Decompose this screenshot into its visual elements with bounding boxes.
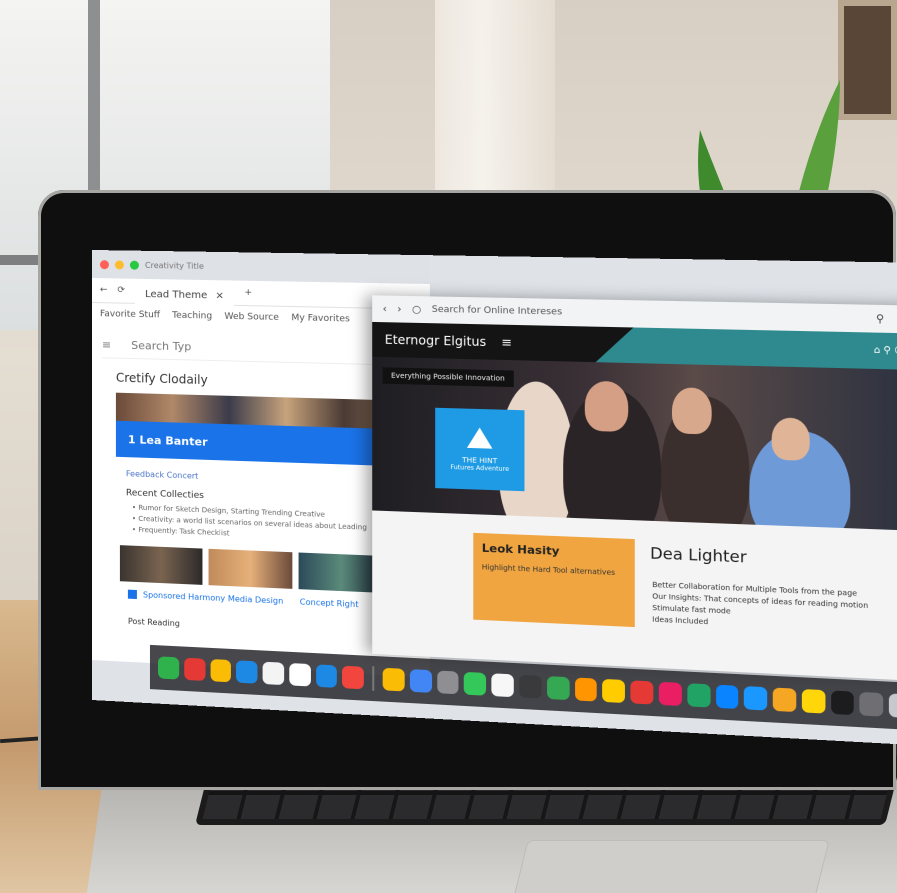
hero-banner: Everything Possible Innovation THE HINT …: [372, 356, 897, 531]
paint-icon[interactable]: [630, 680, 654, 705]
dock-separator: [372, 666, 375, 691]
address-bar[interactable]: Search for Online Intereses: [432, 305, 865, 324]
refresh-icon[interactable]: ⟳: [117, 285, 125, 295]
header-icons[interactable]: ⌂ ⚲ ☺: [874, 345, 897, 356]
reminder-icon[interactable]: [602, 678, 626, 704]
back-arrow-icon[interactable]: ←: [100, 285, 108, 295]
curtain: [435, 0, 555, 220]
trash-icon[interactable]: [889, 693, 897, 719]
content-area: Leok Hasity Highlight the Hard Tool alte…: [372, 510, 897, 681]
app-icon[interactable]: [574, 677, 598, 702]
tab-label: Lead Theme: [145, 288, 208, 301]
close-dot[interactable]: [99, 259, 109, 269]
bookmark-1[interactable]: Teaching: [172, 311, 212, 322]
thumbnail[interactable]: [208, 548, 293, 589]
folder-icon[interactable]: [859, 691, 884, 717]
prime-icon[interactable]: [744, 686, 768, 711]
android-icon[interactable]: [546, 676, 570, 701]
excel-icon[interactable]: [687, 683, 711, 708]
face: [584, 380, 629, 433]
extension-icon[interactable]: ⚲: [876, 313, 884, 325]
aside-title: Dea Lighter: [650, 543, 747, 567]
hero-button[interactable]: Everything Possible Innovation: [382, 367, 514, 388]
thumbnail[interactable]: [298, 552, 384, 593]
hamburger-icon[interactable]: ≡: [501, 335, 512, 350]
promo-card[interactable]: Leok Hasity Highlight the Hard Tool alte…: [473, 532, 635, 628]
forward-arrow-icon[interactable]: ›: [397, 303, 401, 314]
face: [671, 387, 712, 435]
new-tab-icon[interactable]: +: [244, 288, 252, 298]
finder-icon[interactable]: [158, 656, 179, 680]
site-logo[interactable]: Eternogr Elgitus: [385, 332, 486, 349]
settings-icon[interactable]: [436, 670, 459, 695]
laptop-screen: Creativity Title ← ⟳ Lead Theme × + Favo…: [92, 250, 897, 746]
search-input[interactable]: Search Typ: [131, 338, 191, 353]
messages-icon[interactable]: [464, 671, 487, 696]
time-icon[interactable]: [801, 688, 826, 714]
safari-icon[interactable]: [236, 660, 258, 684]
maps-icon[interactable]: [315, 664, 338, 688]
photo-scene: Creativity Title ← ⟳ Lead Theme × + Favo…: [0, 0, 897, 893]
youtube-icon[interactable]: [184, 657, 206, 681]
close-tab-icon[interactable]: ×: [215, 290, 224, 301]
menu-icon[interactable]: ≡: [102, 338, 111, 351]
flag-icon[interactable]: [658, 681, 682, 707]
grid-icon[interactable]: [519, 674, 542, 699]
trackpad[interactable]: [512, 840, 830, 893]
thumbnail[interactable]: [119, 545, 203, 585]
back-tab[interactable]: Lead Theme ×: [135, 282, 235, 307]
maximize-dot[interactable]: [129, 260, 139, 270]
bookmark-0[interactable]: Favorite Stuff: [100, 309, 160, 320]
bookmark-2[interactable]: Web Source: [224, 312, 279, 323]
calendar-icon[interactable]: [289, 662, 311, 687]
bookmark-3[interactable]: My Favorites: [291, 313, 350, 324]
files-icon[interactable]: [491, 673, 514, 698]
promo-text: Highlight the Hard Tool alternatives: [481, 563, 616, 578]
promo-title: Leok Hasity: [481, 541, 560, 559]
store-icon[interactable]: [715, 684, 739, 710]
window-title: Creativity Title: [144, 260, 204, 271]
music-icon[interactable]: [342, 665, 365, 690]
aside-text: Better Collaboration for Multiple Tools …: [652, 580, 875, 636]
back-arrow-icon[interactable]: ‹: [383, 303, 387, 314]
chrome-icon[interactable]: [210, 658, 232, 683]
mail-icon[interactable]: [409, 669, 432, 693]
photos-icon[interactable]: [382, 667, 405, 692]
front-browser-window: ‹ › ○ Search for Online Intereses ⚲ ⋮ Et…: [372, 295, 897, 681]
search-icon: ○: [412, 303, 422, 316]
brand-tile[interactable]: THE HINT Futures Adventure: [435, 407, 525, 492]
minimize-dot[interactable]: [114, 259, 124, 270]
terminal-icon[interactable]: [830, 690, 855, 716]
checkbox-icon: [127, 589, 137, 600]
triangle-logo-icon: [466, 426, 493, 449]
face: [771, 417, 810, 461]
notes-icon[interactable]: [262, 661, 285, 686]
colors-icon[interactable]: [772, 687, 797, 713]
